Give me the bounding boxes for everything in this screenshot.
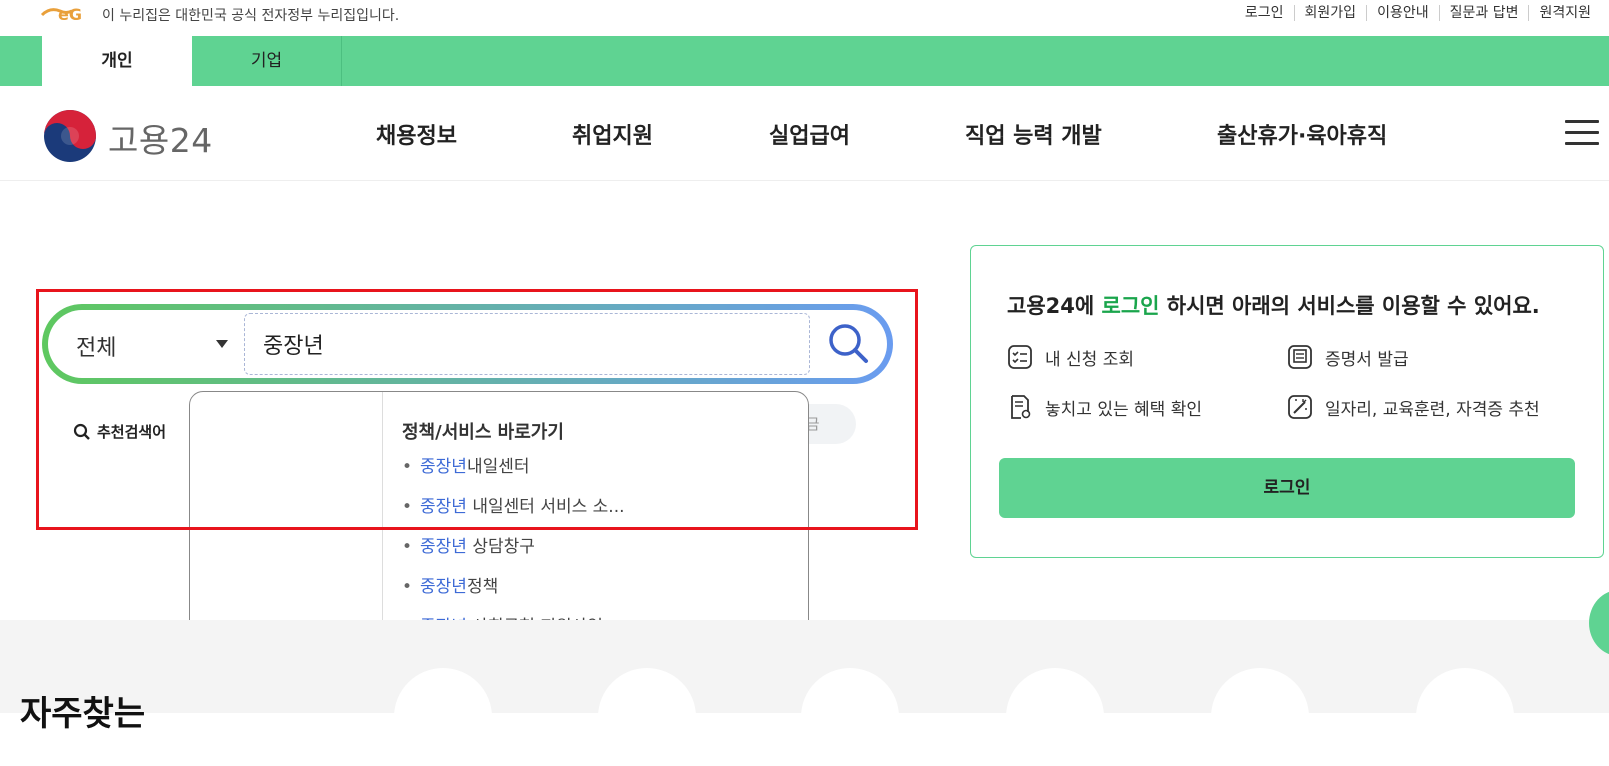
taegeuk-logo-icon[interactable]	[42, 108, 98, 164]
login-panel-heading: 고용24에 로그인 하시면 아래의 서비스를 이용할 수 있어요.	[1007, 290, 1540, 320]
quick-service-icon[interactable]	[801, 668, 899, 766]
quick-service-icon[interactable]	[598, 668, 696, 766]
heading-pre: 고용24에	[1007, 294, 1102, 318]
magic-wand-icon	[1288, 395, 1312, 419]
egov-logo-icon: eG	[40, 5, 82, 24]
highlight-annotation-box	[36, 289, 918, 530]
login-button[interactable]: 로그인	[999, 458, 1575, 518]
highlighted-query: 중장년	[420, 577, 467, 597]
hamburger-menu-icon[interactable]	[1565, 120, 1599, 146]
section-title: 자주찾는	[20, 694, 146, 734]
checklist-icon	[1008, 345, 1032, 369]
highlighted-query: 중장년	[420, 537, 467, 557]
heading-post: 하시면 아래의 서비스를 이용할 수 있어요.	[1159, 294, 1540, 318]
service-recommendations[interactable]: 일자리, 교육훈련, 자격증 추천	[1287, 394, 1540, 420]
autocomplete-item[interactable]: • 중장년 상담창구	[402, 532, 535, 557]
service-label: 내 신청 조회	[1045, 349, 1135, 370]
login-prompt-panel: 고용24에 로그인 하시면 아래의 서비스를 이용할 수 있어요. 내 신청 조…	[970, 245, 1604, 558]
certificate-icon	[1288, 345, 1312, 369]
brand-name[interactable]: 고용24	[108, 114, 213, 162]
service-label: 증명서 발급	[1325, 349, 1409, 370]
quick-service-icon[interactable]	[1006, 668, 1104, 766]
util-login-link[interactable]: 로그인	[1235, 5, 1294, 21]
util-guide-link[interactable]: 이용안내	[1366, 5, 1439, 21]
main-header: 고용24 채용정보 취업지원 실업급여 직업 능력 개발 출산휴가·육아휴직	[0, 86, 1609, 181]
utility-links: 로그인 회원가입 이용안내 질문과 답변 원격지원	[1235, 5, 1601, 21]
service-label: 일자리, 교육훈련, 자격증 추천	[1325, 399, 1540, 420]
nav-unemployment-benefit[interactable]: 실업급여	[769, 118, 850, 150]
tab-personal[interactable]: 개인	[42, 36, 192, 86]
quick-service-icon[interactable]	[1416, 668, 1514, 766]
service-my-applications[interactable]: 내 신청 조회	[1007, 344, 1134, 370]
nav-employment-support[interactable]: 취업지원	[572, 118, 653, 150]
nav-parental-leave[interactable]: 출산휴가·육아휴직	[1217, 118, 1387, 150]
bullet-icon: •	[402, 537, 413, 557]
util-remote-support-link[interactable]: 원격지원	[1528, 5, 1601, 21]
item-text: 상담창구	[466, 537, 535, 557]
service-certificate[interactable]: 증명서 발급	[1287, 344, 1409, 370]
bullet-icon: •	[402, 577, 413, 597]
util-signup-link[interactable]: 회원가입	[1293, 5, 1367, 21]
document-search-icon	[1011, 395, 1031, 419]
quick-service-icon[interactable]	[394, 668, 492, 766]
segment-tab-bar: 개인 기업	[0, 36, 1609, 86]
quick-service-icon[interactable]	[1211, 668, 1309, 766]
heading-login-word: 로그인	[1101, 294, 1160, 318]
service-missed-benefits[interactable]: 놓치고 있는 혜택 확인	[1007, 394, 1202, 420]
tab-business[interactable]: 기업	[192, 36, 342, 86]
util-qna-link[interactable]: 질문과 답변	[1438, 5, 1529, 21]
gov-notice-text: 이 누리집은 대한민국 공식 전자정부 누리집입니다.	[102, 8, 400, 24]
svg-text:eG: eG	[58, 5, 82, 24]
autocomplete-item[interactable]: • 중장년정책	[402, 572, 498, 597]
item-text: 정책	[466, 577, 499, 597]
service-label: 놓치고 있는 혜택 확인	[1045, 399, 1202, 420]
nav-job-info[interactable]: 채용정보	[376, 118, 457, 150]
nav-vocational-training[interactable]: 직업 능력 개발	[965, 118, 1102, 150]
gov-notice-bar: eG 이 누리집은 대한민국 공식 전자정부 누리집입니다. 로그인 회원가입 …	[0, 0, 1609, 36]
